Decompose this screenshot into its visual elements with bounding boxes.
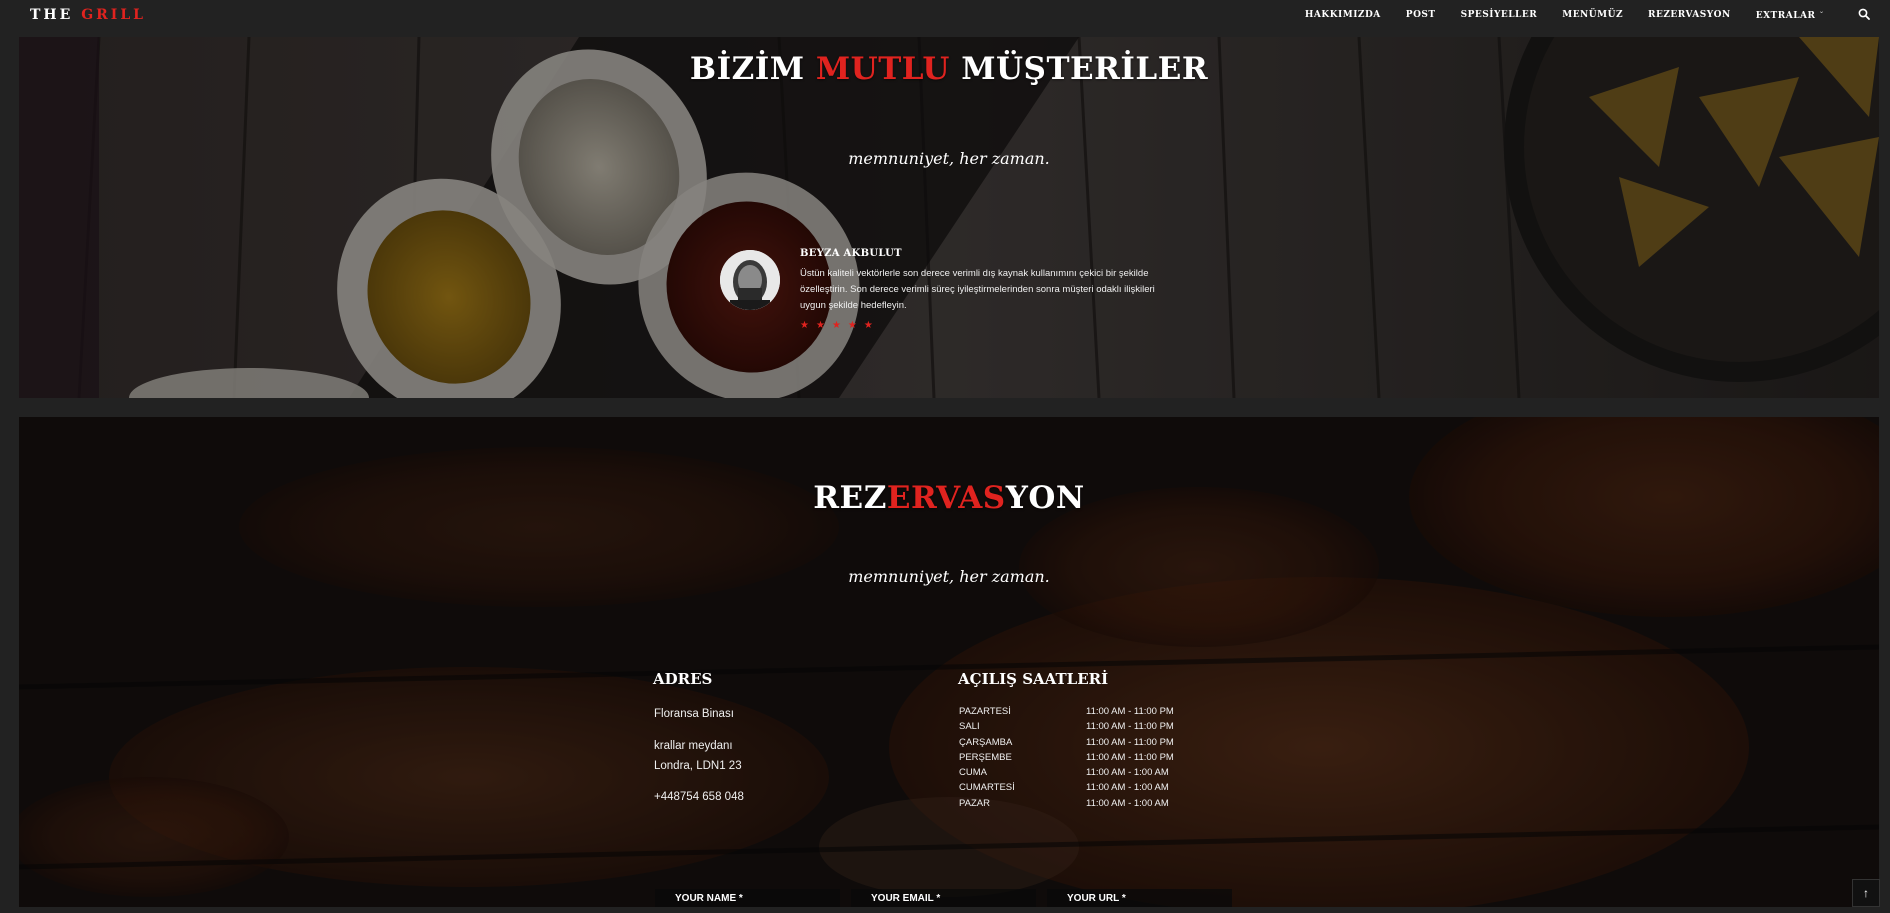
reviewer-avatar [720, 250, 780, 310]
chevron-down-icon: ˇ [1819, 10, 1824, 20]
address-phone[interactable]: +448754 658 048 [654, 791, 744, 803]
address-title: ADRES [653, 670, 713, 688]
testimonials-background-image [19, 37, 1879, 398]
reservation-title-part1: REZ [813, 480, 887, 516]
nav-item-spesiyeller[interactable]: SPESİYELLER [1461, 10, 1538, 21]
hours-day: PAZARTESİ [959, 706, 1011, 717]
review-text: Üstün kaliteli vektörlerle son derece ve… [800, 268, 1155, 311]
testimonials-title-part1: BİZİM [689, 51, 805, 87]
testimonials-title-part3: MÜŞTERİLER [961, 51, 1209, 87]
nav-item-rezervasyon[interactable]: REZERVASYON [1648, 10, 1731, 21]
name-field-label: YOUR NAME * [675, 893, 743, 904]
reservation-heading: REZERVASYON [19, 480, 1879, 516]
email-field[interactable]: YOUR EMAIL * [851, 889, 1036, 907]
logo-text-the: THE [30, 7, 74, 23]
hours-time: 11:00 AM - 11:00 PM [1086, 736, 1174, 748]
hours-time: 11:00 AM - 11:00 PM [1086, 751, 1174, 763]
star-icon: ★ [863, 320, 873, 331]
hours-time: 11:00 AM - 11:00 PM [1086, 706, 1174, 717]
nav-item-menumuz[interactable]: MENÜMÜZ [1562, 10, 1623, 21]
hours-row: PERŞEMBE 11:00 AM - 11:00 PM [959, 750, 1174, 765]
hours-time: 11:00 AM - 1:00 AM [1086, 767, 1169, 779]
hours-row: CUMA 11:00 AM - 1:00 AM [959, 765, 1174, 780]
back-to-top-button[interactable]: ↑ [1852, 879, 1880, 907]
testimonials-title: BİZİM MUTLU MÜŞTERİLER [19, 51, 1879, 87]
hours-time: 11:00 AM - 1:00 AM [1086, 782, 1169, 794]
arrow-up-icon: ↑ [1863, 886, 1869, 900]
site-logo[interactable]: THE GRILL [30, 7, 146, 23]
opening-hours-table: PAZARTESİ 11:00 AM - 11:00 PM SALI 11:00… [959, 704, 1174, 811]
url-field-label: YOUR URL * [1067, 893, 1126, 904]
star-icon: ★ [800, 320, 809, 331]
rating-stars: ★ ★ ★ ★ ★ [800, 320, 873, 331]
hours-row: ÇARŞAMBA 11:00 AM - 11:00 PM [959, 735, 1174, 750]
reservation-tagline: memnuniyet, her zaman. [848, 567, 1050, 586]
reservation-form: YOUR NAME * YOUR EMAIL * YOUR URL * [655, 889, 1265, 907]
reservation-title-part2: ERVAS [886, 480, 1006, 516]
hours-day: CUMARTESİ [959, 782, 1015, 794]
testimonials-tagline: memnuniyet, her zaman. [848, 149, 1050, 168]
address-city: Londra, LDN1 23 [654, 760, 742, 772]
hours-row: PAZARTESİ 11:00 AM - 11:00 PM [959, 704, 1174, 719]
testimonials-title-part2: MUTLU [815, 51, 950, 87]
reviewer-name: BEYZA AKBULUT [800, 248, 902, 259]
reservation-section: REZERVASYON memnuniyet, her zaman. ADRES… [19, 417, 1879, 907]
nav-item-hakkimizda[interactable]: HAKKIMIZDA [1305, 10, 1381, 21]
star-icon: ★ [831, 320, 841, 331]
email-field-label: YOUR EMAIL * [871, 893, 941, 904]
hours-day: SALI [959, 721, 980, 733]
search-icon[interactable] [1858, 8, 1870, 20]
hours-time: 11:00 AM - 11:00 PM [1086, 721, 1174, 733]
top-navbar: THE GRILL HAKKIMIZDA POST SPESİYELLER ME… [0, 0, 1890, 30]
nav-item-extralar[interactable]: EXTRALAR ˇ [1756, 10, 1824, 21]
opening-hours-title: AÇILIŞ SAATLERİ [958, 670, 1109, 688]
hours-day: PAZAR [959, 797, 990, 809]
url-field[interactable]: YOUR URL * [1047, 889, 1232, 907]
star-icon: ★ [847, 320, 857, 331]
star-icon: ★ [815, 320, 825, 331]
reservation-title-part3: YON [1005, 480, 1085, 516]
address-street: krallar meydanı [654, 740, 733, 752]
hours-day: CUMA [959, 767, 987, 779]
hours-row: PAZAR 11:00 AM - 1:00 AM [959, 796, 1174, 811]
nav-item-post[interactable]: POST [1406, 10, 1436, 21]
logo-text-grill: GRILL [81, 7, 147, 23]
hours-time: 11:00 AM - 1:00 AM [1086, 797, 1169, 809]
testimonials-section: BİZİM MUTLU MÜŞTERİLER memnuniyet, her z… [19, 37, 1879, 398]
hours-day: ÇARŞAMBA [959, 736, 1013, 748]
hours-row: SALI 11:00 AM - 11:00 PM [959, 719, 1174, 734]
hours-row: CUMARTESİ 11:00 AM - 1:00 AM [959, 780, 1174, 795]
hours-day: PERŞEMBE [959, 751, 1012, 763]
main-nav: HAKKIMIZDA POST SPESİYELLER MENÜMÜZ REZE… [1305, 10, 1824, 21]
reviewer-avatar-image [720, 250, 780, 310]
nav-item-extralar-label: EXTRALAR [1755, 11, 1816, 21]
name-field[interactable]: YOUR NAME * [655, 889, 840, 907]
address-building: Floransa Binası [654, 708, 734, 720]
